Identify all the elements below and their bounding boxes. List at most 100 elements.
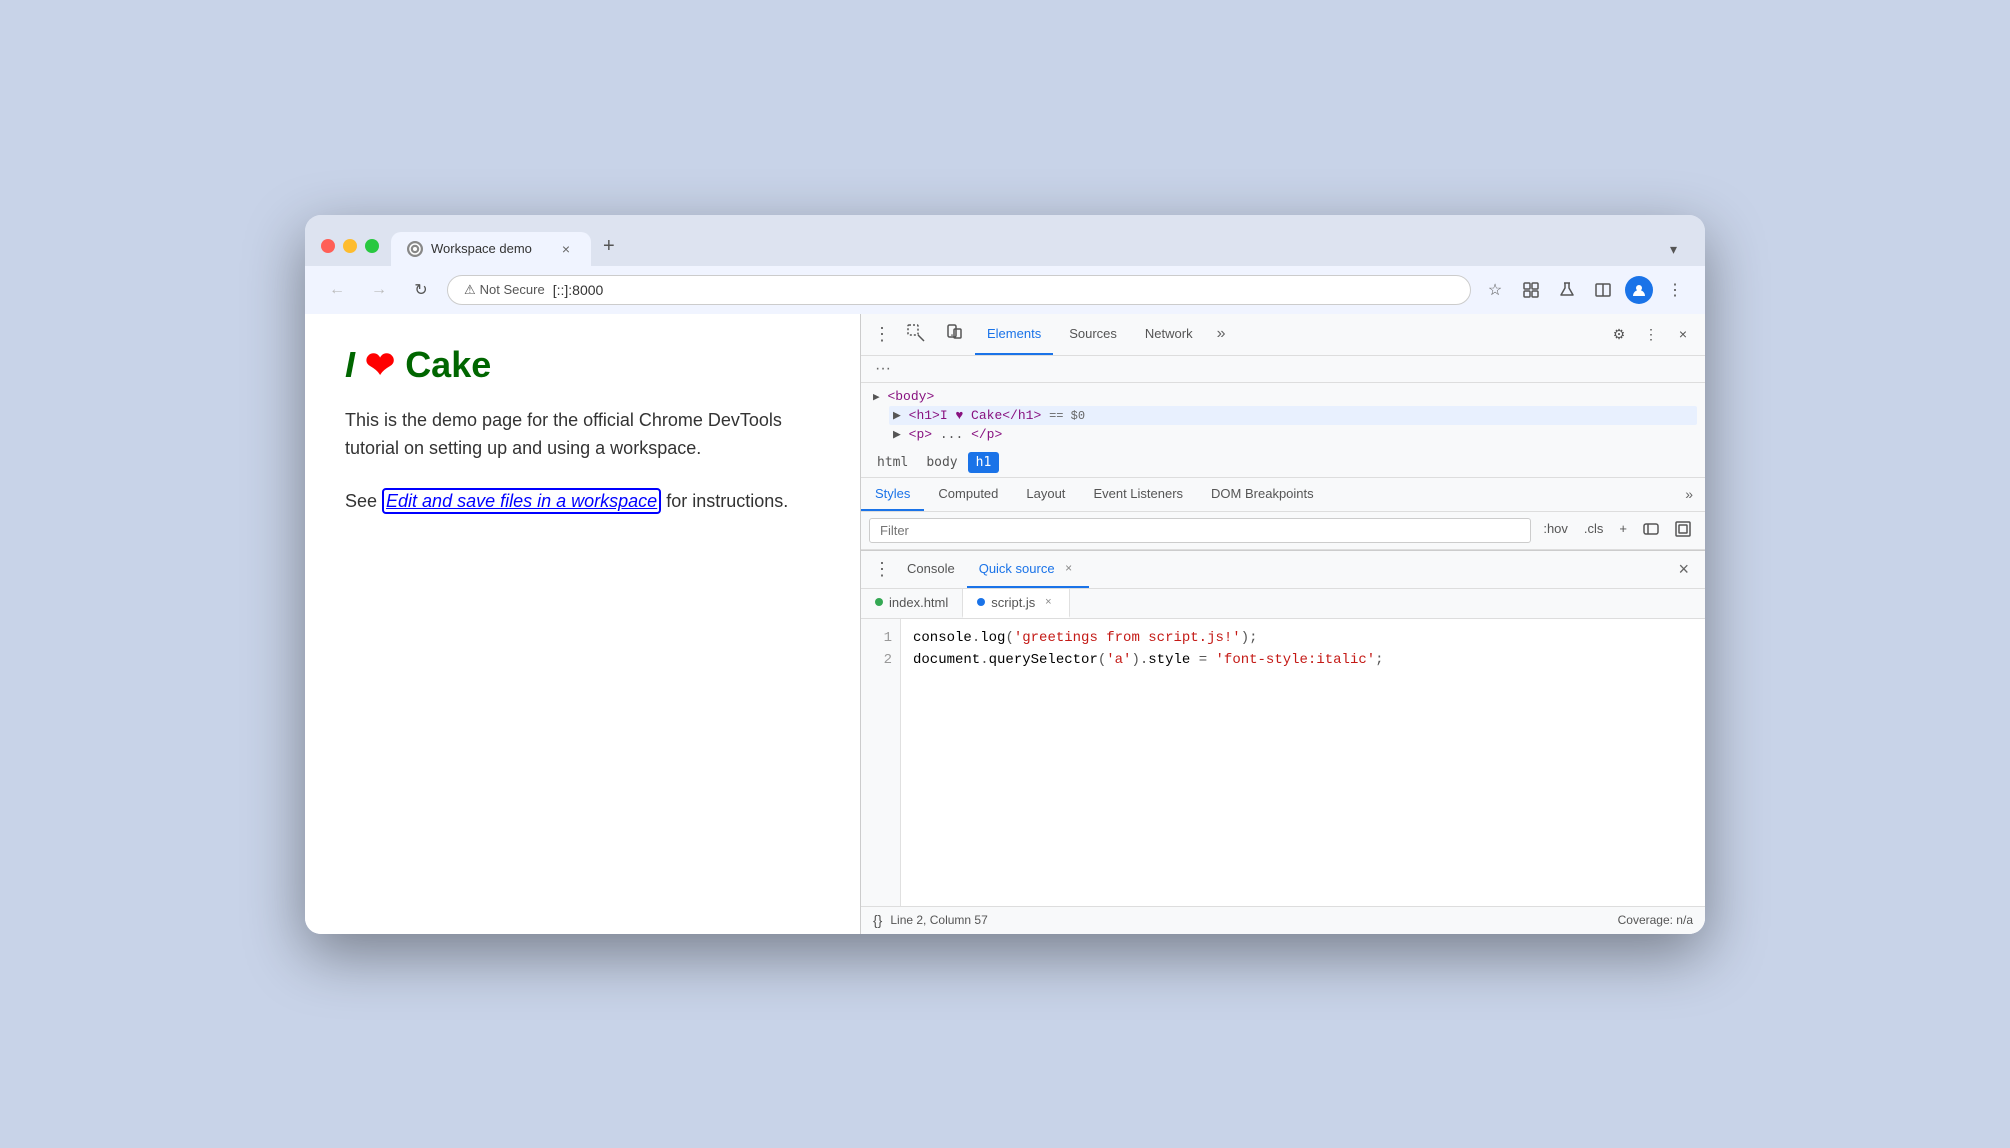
equals-pseudo: == $0 <box>1049 409 1085 423</box>
close-button[interactable] <box>321 239 335 253</box>
format-icon[interactable]: {} <box>873 912 882 928</box>
profile-icon[interactable] <box>1625 276 1653 304</box>
styles-tab-event-listeners[interactable]: Event Listeners <box>1079 478 1197 511</box>
active-tab[interactable]: Workspace demo × <box>391 232 591 266</box>
body-node[interactable]: ▶ <body> <box>869 387 1697 406</box>
body-selector[interactable]: body <box>918 452 965 473</box>
devtools-menu-dots[interactable]: ⋮ <box>869 320 895 349</box>
url-display: [::]:8000 <box>553 282 604 298</box>
line-number-2: 2 <box>861 649 900 671</box>
webpage: I ❤ Cake This is the demo page for the o… <box>305 314 860 934</box>
elements-tree: ▶ <body> ▶ <h1>I ♥ Cake</h1> == $0 ▶ <p>… <box>861 383 1705 448</box>
devtools-tab-more[interactable]: » <box>1209 317 1234 351</box>
bookmark-icon[interactable]: ☆ <box>1481 276 1509 304</box>
styles-tab-styles[interactable]: Styles <box>861 478 924 511</box>
title-i: I <box>345 344 355 386</box>
minimize-button[interactable] <box>343 239 357 253</box>
extensions-icon[interactable] <box>1517 276 1545 304</box>
warning-icon: ⚠ <box>464 282 476 298</box>
tab-sources[interactable]: Sources <box>1057 313 1129 355</box>
nav-right-icons: ☆ <box>1481 276 1689 304</box>
split-icon[interactable] <box>1589 276 1617 304</box>
file-tab-script-js[interactable]: script.js × <box>963 589 1070 618</box>
code-line-2: document.querySelector('a').style = 'fon… <box>913 649 1693 671</box>
inspect-element-icon[interactable] <box>899 316 933 353</box>
quick-source-close[interactable]: × <box>1061 560 1077 576</box>
device-toolbar-icon[interactable] <box>937 316 971 353</box>
styles-tab-computed[interactable]: Computed <box>924 478 1012 511</box>
devtools-close-icon[interactable]: × <box>1669 320 1697 348</box>
status-left: {} Line 2, Column 57 <box>873 912 988 928</box>
maximize-button[interactable] <box>365 239 379 253</box>
styles-tab-dom-breakpoints[interactable]: DOM Breakpoints <box>1197 478 1328 511</box>
devtools-topbar: ⋮ Elements <box>861 314 1705 356</box>
html-selector[interactable]: html <box>869 452 916 473</box>
p-ellipsis: ... <box>940 427 963 442</box>
refresh-button[interactable]: ↻ <box>405 274 437 306</box>
tab-title: Workspace demo <box>431 241 532 256</box>
menu-icon[interactable]: ⋮ <box>1661 276 1689 304</box>
address-bar[interactable]: ⚠ Not Secure [::]:8000 <box>447 275 1471 305</box>
bottom-tabs: ⋮ Console Quick source × × <box>861 551 1705 589</box>
styles-tab-more[interactable]: » <box>1673 478 1705 511</box>
tab-favicon <box>407 241 423 257</box>
see-prefix: See <box>345 491 382 511</box>
h1-tag: <h1>I ♥ Cake</h1> <box>909 408 1042 423</box>
cursor-position: Line 2, Column 57 <box>890 913 987 927</box>
line-number-1: 1 <box>861 627 900 649</box>
workspace-link[interactable]: Edit and save files in a workspace <box>382 488 661 514</box>
tab-console[interactable]: Console <box>895 550 967 588</box>
webpage-see-text: See Edit and save files in a workspace f… <box>345 487 820 516</box>
bottom-panel: ⋮ Console Quick source × × index.html <box>861 550 1705 934</box>
code-content[interactable]: console.log('greetings from script.js!')… <box>901 619 1705 906</box>
bottom-tab-menu[interactable]: ⋮ <box>869 555 895 584</box>
tab-quick-source[interactable]: Quick source × <box>967 550 1089 588</box>
devtools-settings-icon[interactable]: ⚙ <box>1605 320 1633 348</box>
elements-area: ··· ▶ <body> ▶ <h1>I ♥ Cake</h1> == $0 ▶… <box>861 356 1705 478</box>
tab-close-button[interactable]: × <box>557 240 575 258</box>
tab-menu-button[interactable]: ▾ <box>1658 233 1689 266</box>
nav-bar: ← → ↻ ⚠ Not Secure [::]:8000 ☆ <box>305 266 1705 314</box>
line-numbers: 1 2 <box>861 619 901 906</box>
file-tabs: index.html script.js × <box>861 589 1705 619</box>
status-bar: {} Line 2, Column 57 Coverage: n/a <box>861 906 1705 934</box>
h1-expand-arrow[interactable]: ▶ <box>893 408 901 423</box>
h1-selector[interactable]: h1 <box>968 452 1000 473</box>
security-label: Not Secure <box>480 282 545 297</box>
title-cake: Cake <box>405 344 491 386</box>
hov-button[interactable]: :hov <box>1537 518 1574 543</box>
devtools-more-icon[interactable]: ⋮ <box>1637 320 1665 348</box>
breadcrumb-menu[interactable]: ··· <box>869 356 897 382</box>
coverage-status: Coverage: n/a <box>1618 913 1693 927</box>
elements-breadcrumb-bar: ··· <box>861 356 1705 383</box>
heart-emoji: ❤ <box>365 344 395 386</box>
layout-style-button[interactable] <box>1669 518 1697 543</box>
styles-tab-layout[interactable]: Layout <box>1012 478 1079 511</box>
script-js-close[interactable]: × <box>1041 595 1055 609</box>
index-html-label: index.html <box>889 595 948 610</box>
toggle-style-button[interactable] <box>1637 518 1665 543</box>
tab-elements[interactable]: Elements <box>975 313 1053 355</box>
script-js-dot <box>977 598 985 606</box>
devtools-right-icons: ⚙ ⋮ × <box>1605 320 1697 348</box>
back-button[interactable]: ← <box>321 274 353 306</box>
security-indicator: ⚠ Not Secure <box>464 282 545 298</box>
cls-button[interactable]: .cls <box>1578 518 1610 543</box>
tab-bar: Workspace demo × + ▾ <box>391 227 1689 266</box>
webpage-title: I ❤ Cake <box>345 344 820 386</box>
p-expand-arrow[interactable]: ▶ <box>893 427 901 442</box>
tab-network[interactable]: Network <box>1133 313 1205 355</box>
after-link: for instructions. <box>661 491 788 511</box>
styles-filter-input[interactable] <box>869 518 1531 543</box>
new-tab-button[interactable]: + <box>591 227 627 266</box>
p-node[interactable]: ▶ <p> ... </p> <box>889 425 1697 444</box>
bottom-panel-close[interactable]: × <box>1670 555 1697 584</box>
styles-panel: Styles Computed Layout Event Listeners D… <box>861 478 1705 550</box>
browser-window: Workspace demo × + ▾ ← → ↻ ⚠ Not Secure … <box>305 215 1705 934</box>
forward-button[interactable]: → <box>363 274 395 306</box>
body-expand-arrow[interactable]: ▶ <box>873 392 880 404</box>
file-tab-index-html[interactable]: index.html <box>861 589 963 618</box>
h1-node[interactable]: ▶ <h1>I ♥ Cake</h1> == $0 <box>889 406 1697 425</box>
add-style-button[interactable]: + <box>1613 518 1633 543</box>
lab-icon[interactable] <box>1553 276 1581 304</box>
